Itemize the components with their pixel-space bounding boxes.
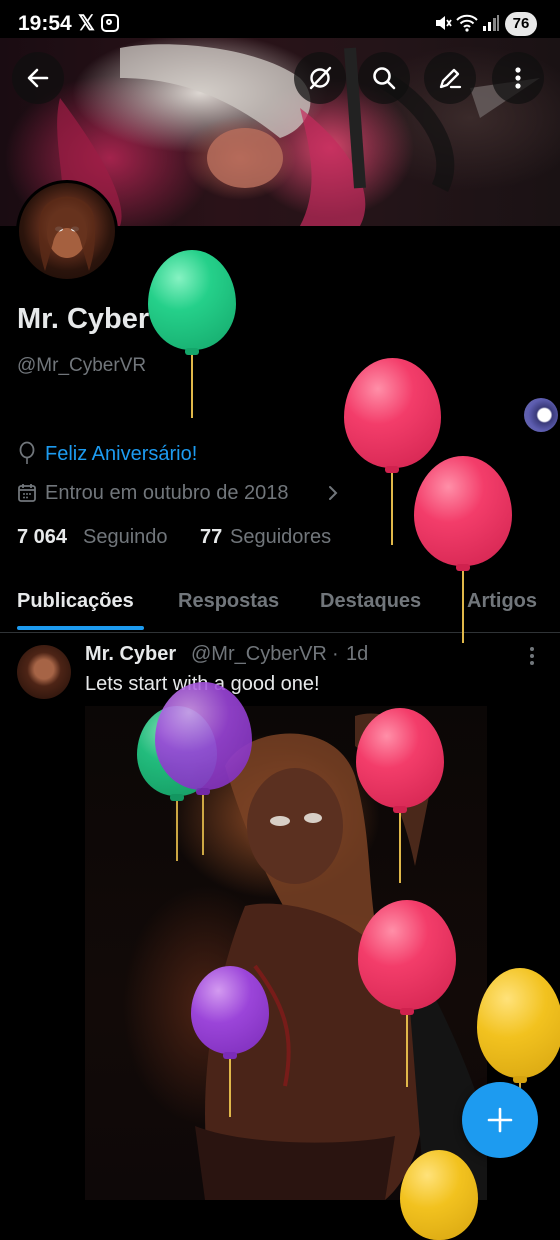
post-author-handle[interactable]: @Mr_CyberVR [191, 643, 327, 666]
plus-icon [487, 1107, 513, 1133]
active-tab-indicator [17, 626, 144, 630]
status-time: 19:54 [18, 12, 72, 35]
tab-publicacoes[interactable]: Publicações [17, 590, 134, 613]
back-button[interactable] [12, 52, 64, 104]
display-name: Mr. Cyber [17, 303, 150, 335]
followers-label[interactable]: Seguidores [230, 526, 331, 549]
joined-date[interactable]: Entrou em outubro de 2018 [45, 482, 289, 505]
post-more-icon[interactable] [522, 645, 542, 667]
status-bar: 19:54 𝕏 76 [0, 0, 560, 48]
search-icon [373, 67, 396, 90]
followers-count[interactable]: 77 [200, 526, 222, 549]
x-logo-icon: 𝕏 [78, 12, 95, 35]
floating-bubble-icon[interactable] [524, 398, 558, 432]
birthday-link[interactable]: Feliz Aniversário! [45, 443, 197, 466]
profile-avatar[interactable] [16, 180, 118, 282]
chevron-right-icon[interactable] [326, 482, 340, 504]
edit-button[interactable] [424, 52, 476, 104]
calendar-icon [18, 484, 36, 502]
pencil-icon [439, 68, 462, 89]
wifi-icon [456, 14, 478, 32]
instagram-icon [101, 14, 119, 32]
post-author-avatar[interactable] [17, 645, 71, 699]
grok-icon [309, 66, 332, 90]
avatar-artwork [38, 196, 96, 271]
profile-handle: @Mr_CyberVR [17, 355, 147, 376]
post-author-name[interactable]: Mr. Cyber [85, 643, 176, 666]
post-separator: · [332, 643, 339, 665]
following-label[interactable]: Seguindo [83, 526, 168, 549]
grok-button[interactable] [294, 52, 346, 104]
signal-icon [483, 15, 499, 31]
tab-artigos[interactable]: Artigos [467, 590, 537, 613]
tab-respostas[interactable]: Respostas [178, 590, 279, 613]
balloon-icon [19, 441, 35, 464]
more-vertical-icon [515, 67, 521, 89]
compose-post-button[interactable] [462, 1082, 538, 1158]
arrow-left-icon [27, 68, 49, 88]
tab-destaques[interactable]: Destaques [320, 590, 421, 613]
profile-tabs: Publicações Respostas Destaques Artigos [0, 576, 560, 633]
search-button[interactable] [358, 52, 410, 104]
following-count[interactable]: 7 064 [17, 526, 67, 549]
more-options-button[interactable] [492, 52, 544, 104]
mute-icon [436, 16, 452, 30]
post-timestamp[interactable]: 1d [346, 643, 368, 666]
battery-indicator: 76 [505, 12, 537, 36]
